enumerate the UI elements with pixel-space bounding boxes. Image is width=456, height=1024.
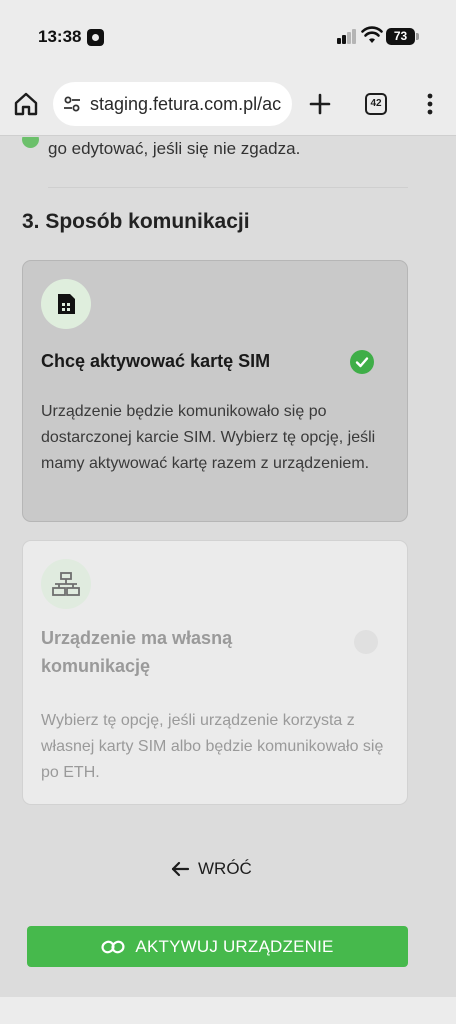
site-settings-icon[interactable] [63,95,81,113]
wifi-icon [361,26,383,43]
more-menu-icon[interactable] [420,92,440,116]
home-icon[interactable] [12,90,40,118]
sim-card-icon [41,279,91,329]
page-content: go edytować, jeśli się nie zgadza. 3. Sp… [0,137,456,997]
url-text: staging.fetura.com.pl/ac [90,94,282,114]
battery-icon: 73 [386,28,419,45]
back-button[interactable]: WRÓĆ [170,854,252,884]
option-own-communication-card[interactable]: Urządzenie ma własną komunikację Wybierz… [22,540,408,805]
selected-check-icon[interactable] [350,350,374,374]
arrow-left-icon [171,861,190,877]
bottom-bar [0,997,456,1024]
status-time: 13:38 [38,27,82,46]
new-tab-icon[interactable] [308,92,332,116]
battery-level: 73 [386,28,415,45]
link-icon [101,940,125,953]
browser-toolbar: staging.fetura.com.pl/ac 42 [0,72,456,136]
address-bar[interactable]: staging.fetura.com.pl/ac [53,82,292,126]
option-title: Urządzenie ma własną komunikację [41,628,233,676]
network-icon [41,559,91,609]
unselected-radio[interactable] [354,630,378,654]
back-label: WRÓĆ [198,859,252,878]
section-title: 3. Sposób komunikacji [22,210,250,233]
option-description: Urządzenie będzie komunikowało się po do… [41,403,376,472]
option-description: Wybierz tę opcję, jeśli urządzenie korzy… [41,712,384,781]
option-sim-card[interactable]: Chcę aktywować kartę SIM Urządzenie będz… [22,260,408,522]
check-icon [22,137,39,148]
screen-record-icon [87,29,104,46]
activate-device-button[interactable]: AKTYWUJ URZĄDZENIE [27,926,408,967]
option-title: Chcę aktywować kartę SIM [41,351,271,371]
previous-step-text: go edytować, jeśli się nie zgadza. [48,139,301,158]
cellular-signal-icon [337,28,357,44]
activate-label: AKTYWUJ URZĄDZENIE [135,936,334,956]
divider [48,187,408,188]
tab-switcher-button[interactable]: 42 [365,93,387,115]
status-bar: 13:38 73 [0,0,456,72]
